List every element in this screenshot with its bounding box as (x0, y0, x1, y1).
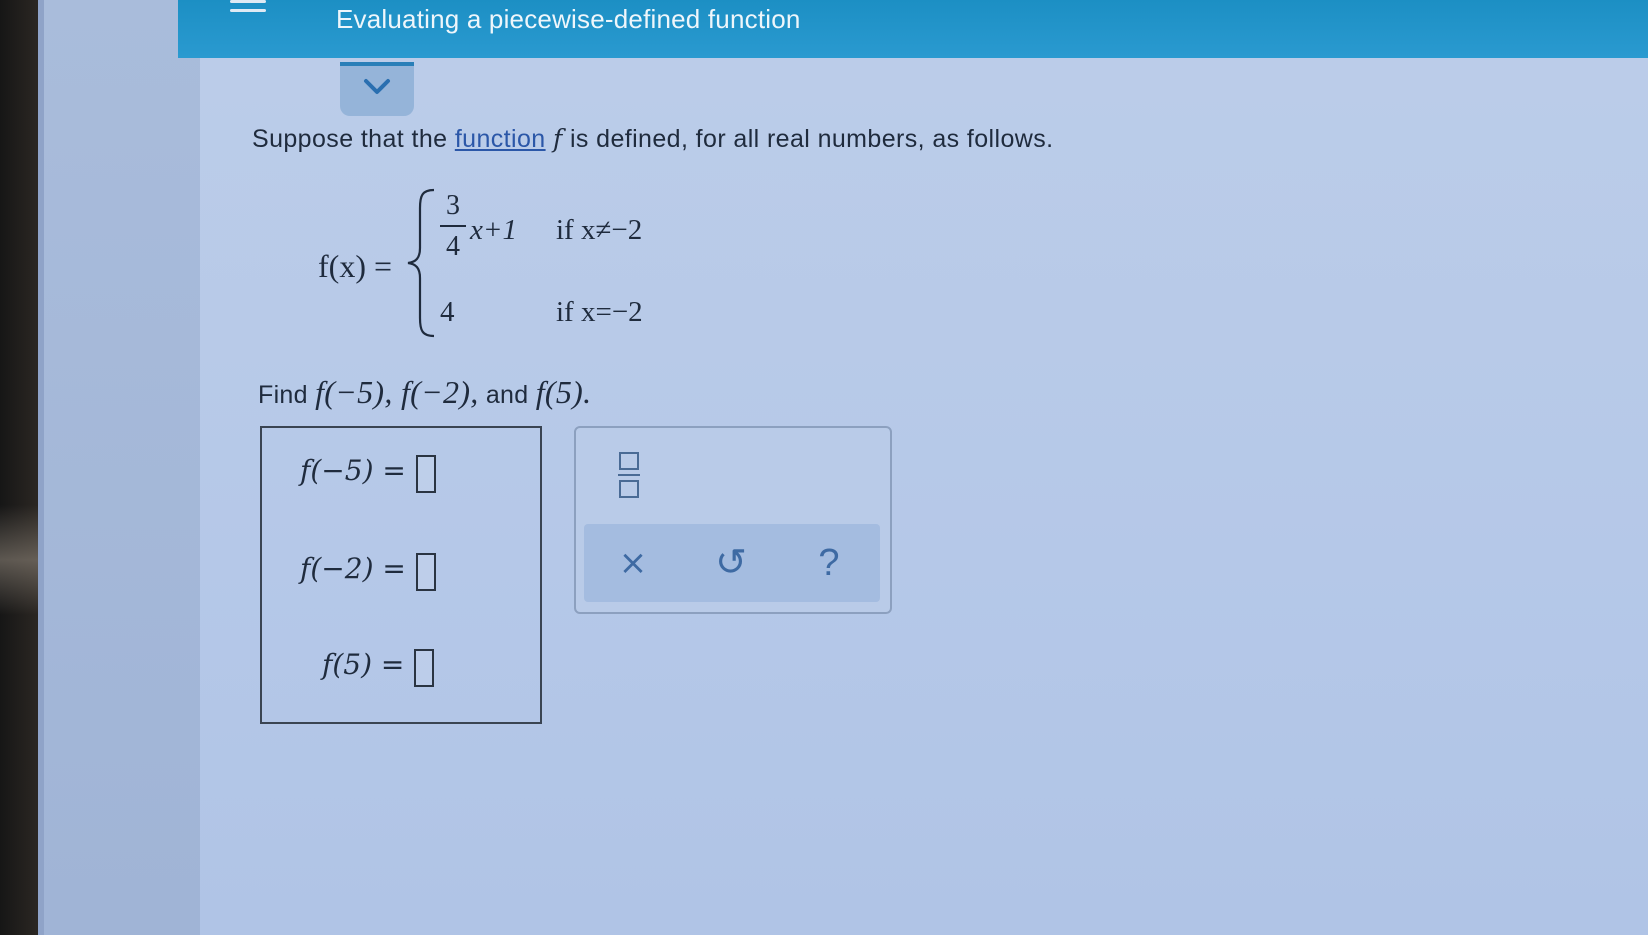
intro-text: Suppose that the (252, 125, 448, 153)
answer-row: f(−5) = (300, 454, 436, 493)
collapse-button[interactable] (340, 62, 414, 116)
answer-row: f(−2) = (300, 552, 436, 591)
answer-input-f-neg5[interactable] (415, 454, 436, 493)
undo-button[interactable]: ↺ (706, 540, 756, 586)
fraction-tool-icon[interactable] (618, 452, 640, 498)
answer-label: f(−5) = (300, 454, 406, 487)
problem-statement: Suppose that the function f is defined, … (252, 124, 1053, 154)
case2-condition: if x=−2 (556, 296, 643, 328)
function-link[interactable]: function (455, 125, 546, 153)
find-label: Find (258, 381, 308, 409)
find-arguments: f(−5), f(−2), (315, 374, 479, 410)
piecewise-brace (407, 188, 435, 338)
fraction-denominator: 4 (446, 231, 460, 262)
left-sidebar (38, 0, 206, 935)
function-lhs: f(x) = (318, 248, 393, 284)
chevron-down-icon (364, 79, 390, 94)
answer-input-f-neg2[interactable] (415, 552, 436, 591)
case1-expression: x+1 (470, 214, 517, 246)
answer-label: f(−2) = (300, 552, 406, 585)
help-button[interactable]: ? (804, 540, 854, 586)
page-title: Evaluating a piecewise-defined function (336, 4, 801, 34)
fraction-numerator: 3 (446, 190, 460, 221)
case1-condition: if x≠−2 (556, 214, 643, 246)
answer-input-f-5[interactable] (414, 648, 435, 687)
clear-button[interactable]: × (608, 540, 658, 586)
find-instruction: Find f(−5), f(−2), and f(5). (258, 374, 591, 411)
answer-label: f(5) = (322, 648, 405, 681)
function-symbol: f (552, 124, 563, 153)
answer-row: f(5) = (322, 648, 435, 687)
case2-value: 4 (440, 296, 455, 328)
fraction-three-quarters: 3 4 (440, 192, 466, 261)
menu-icon[interactable] (230, 0, 266, 20)
find-and: and (485, 381, 529, 409)
intro-text-end: is defined, for all real numbers, as fol… (569, 125, 1054, 153)
find-last: f(5). (535, 374, 592, 410)
